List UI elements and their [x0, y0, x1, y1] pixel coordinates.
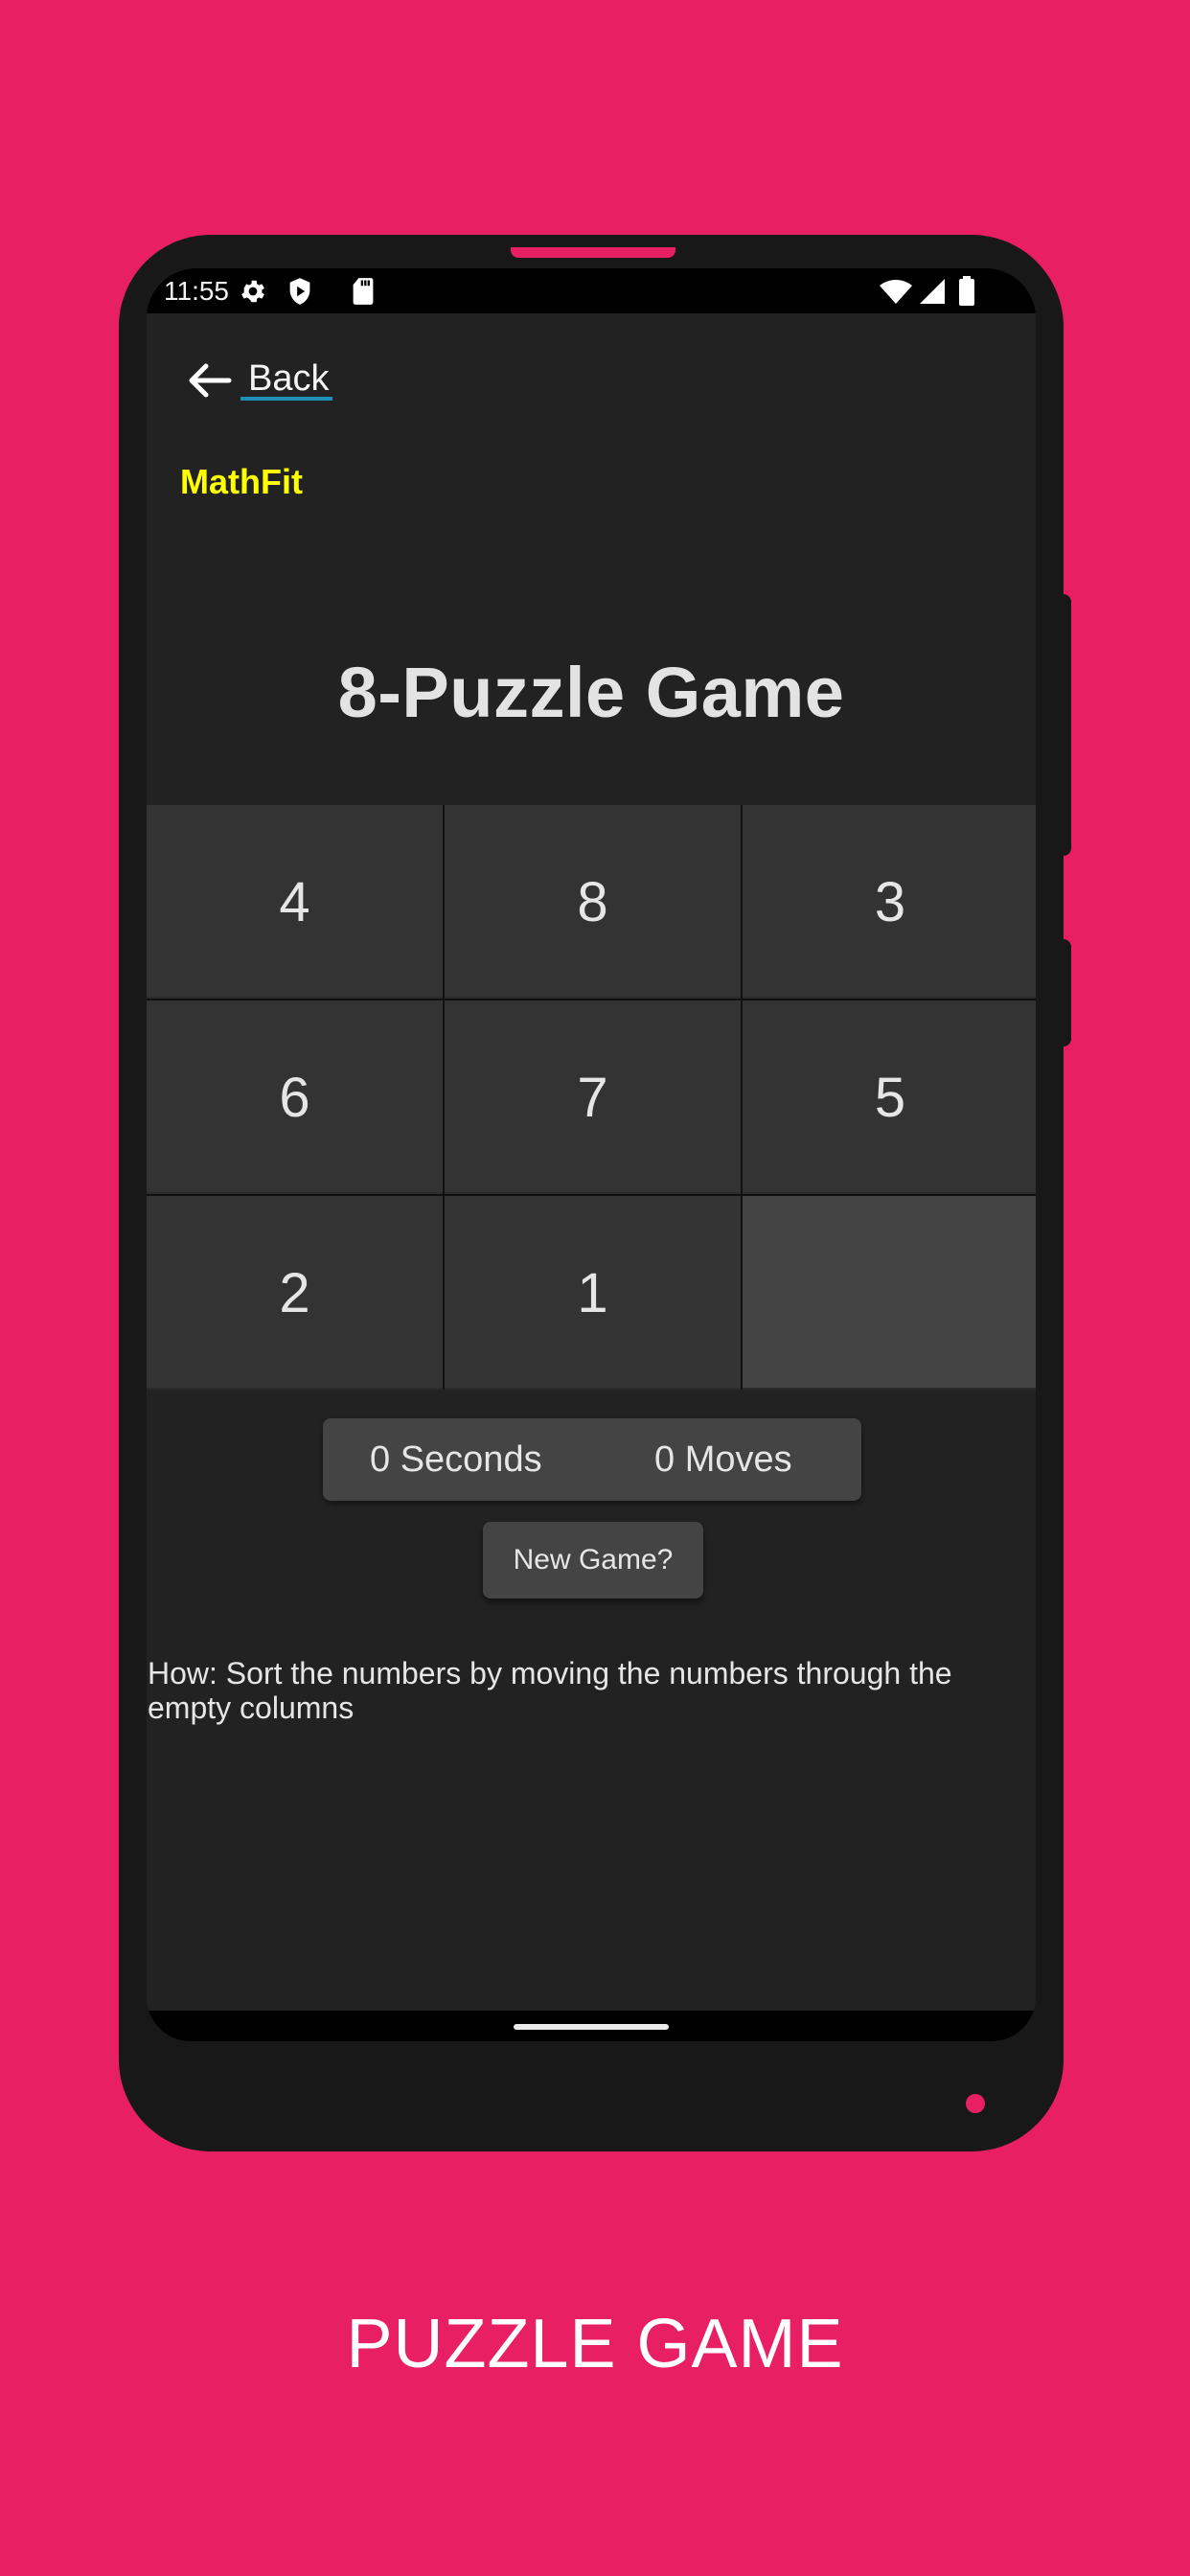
puzzle-tile[interactable]: 6	[147, 1000, 443, 1194]
seconds-counter: 0 Seconds	[370, 1438, 542, 1480]
back-button[interactable]: Back	[187, 356, 333, 404]
puzzle-tile[interactable]: 4	[147, 805, 443, 999]
battery-icon	[959, 276, 974, 306]
puzzle-tile[interactable]: 2	[147, 1196, 443, 1390]
notification-led	[966, 2094, 985, 2113]
puzzle-tile[interactable]: 5	[743, 1000, 1036, 1194]
power-button	[1062, 594, 1071, 856]
wifi-icon	[880, 280, 912, 304]
home-handle[interactable]	[514, 2024, 669, 2030]
gear-icon	[241, 280, 264, 303]
promo-caption: PUZZLE GAME	[346, 2306, 844, 2382]
page-title: 8-Puzzle Game	[337, 653, 845, 732]
navigation-bar	[147, 2011, 1036, 2041]
puzzle-tile[interactable]: 7	[445, 1000, 741, 1194]
moves-counter: 0 Moves	[654, 1438, 792, 1480]
empty-tile[interactable]	[743, 1196, 1036, 1390]
shield-play-icon	[289, 278, 310, 305]
arrow-left-icon	[189, 363, 232, 398]
back-label[interactable]: Back	[240, 360, 333, 401]
instructions-text: How: Sort the numbers by moving the numb…	[148, 1656, 952, 1725]
puzzle-board: 4 8 3 6 7 5 2 1	[147, 805, 1036, 1390]
status-time: 11:55	[164, 276, 229, 306]
status-bar: 11:55	[147, 268, 1036, 313]
phone-screen: 11:55 Back MathFit 8-Puzzle Game 4 8 3 6…	[147, 268, 1036, 2041]
stats-panel: 0 Seconds 0 Moves	[323, 1418, 861, 1501]
brand-label: MathFit	[180, 462, 303, 501]
puzzle-tile[interactable]: 8	[445, 805, 741, 999]
puzzle-tile[interactable]: 3	[743, 805, 1036, 999]
new-game-button[interactable]: New Game?	[483, 1522, 703, 1598]
speaker-grille	[511, 247, 675, 258]
volume-button	[1062, 939, 1071, 1046]
puzzle-tile[interactable]: 1	[445, 1196, 741, 1390]
sd-card-icon	[353, 278, 374, 305]
cell-signal-icon	[920, 279, 945, 304]
